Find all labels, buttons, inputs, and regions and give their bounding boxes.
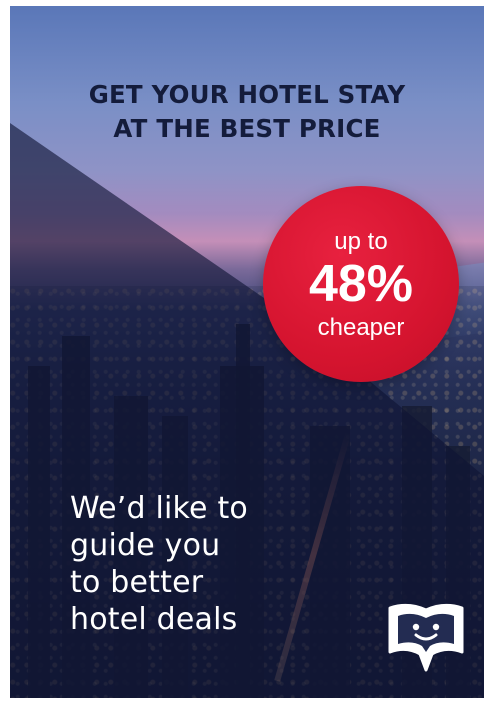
- headline-line-1: GET YOUR HOTEL STAY: [88, 80, 406, 109]
- tagline-line-2: guide you: [70, 528, 221, 563]
- tagline-line-3: to better: [70, 565, 204, 600]
- discount-badge: up to 48% cheaper: [263, 186, 459, 382]
- badge-percentage: 48%: [308, 255, 414, 313]
- hotel-ad-poster[interactable]: GET YOUR HOTEL STAY AT THE BEST PRICE up…: [10, 6, 484, 698]
- open-book-face-speech-bubble-icon: [386, 602, 466, 676]
- tagline-line-4: hotel deals: [70, 602, 238, 637]
- tagline: We’d like to guide you to better hotel d…: [70, 490, 248, 638]
- badge-suffix: cheaper: [317, 314, 405, 341]
- tagline-line-1: We’d like to: [70, 491, 248, 526]
- headline-line-2: AT THE BEST PRICE: [113, 114, 381, 143]
- headline: GET YOUR HOTEL STAY AT THE BEST PRICE: [10, 78, 484, 146]
- badge-prefix: up to: [334, 228, 388, 255]
- ad-frame: GET YOUR HOTEL STAY AT THE BEST PRICE up…: [0, 0, 484, 704]
